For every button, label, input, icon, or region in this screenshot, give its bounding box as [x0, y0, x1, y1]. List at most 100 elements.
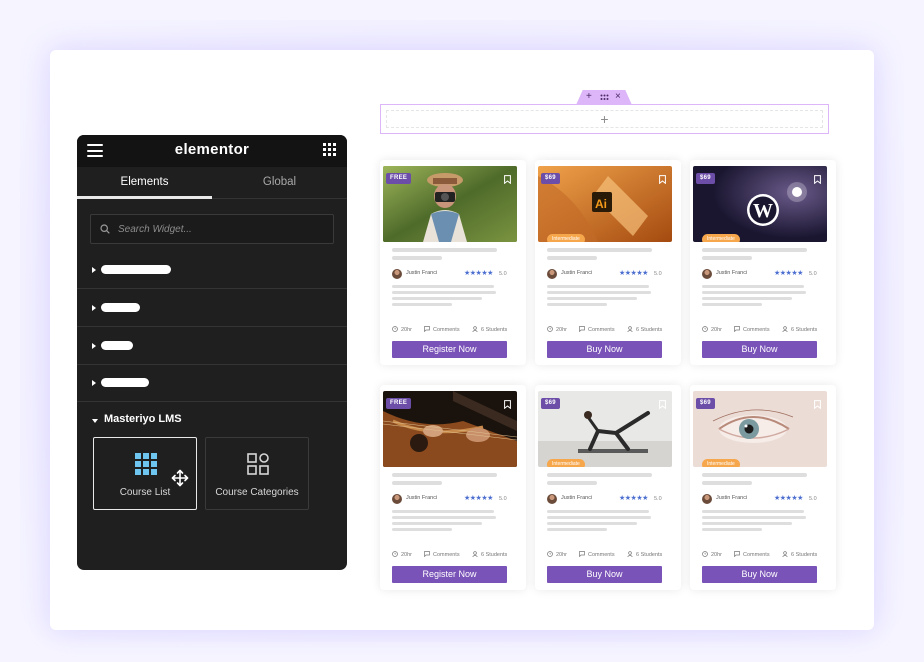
students: 6 Students — [627, 551, 662, 558]
description-placeholder — [547, 522, 637, 525]
description-placeholder — [702, 297, 792, 300]
course-thumbnail[interactable]: W $69 Intermediate — [693, 166, 827, 242]
course-author: Justin Franci ★★★★★ 5.0 — [547, 269, 667, 279]
rating-stars: ★★★★★ — [464, 270, 493, 277]
description-placeholder — [547, 303, 607, 306]
widget-course-categories[interactable]: Course Categories — [205, 437, 309, 510]
rating-value: 5.0 — [499, 496, 507, 502]
course-card: Ai $69 Intermediate Justin Franci ★★★★★ … — [535, 160, 681, 365]
price-badge: $69 — [696, 173, 715, 184]
category-row[interactable] — [77, 252, 347, 289]
course-card: FREE Justin Franci ★★★★★ 5.0 20hr Commen… — [380, 160, 526, 365]
add-widget-drop-zone[interactable]: + — [386, 110, 823, 128]
collapse-arrow-icon — [92, 419, 98, 423]
category-row[interactable] — [77, 328, 347, 365]
course-author: Justin Franci ★★★★★ 5.0 — [392, 269, 512, 279]
close-section-icon[interactable]: × — [615, 91, 621, 102]
author-name: Justin Franci — [561, 270, 593, 276]
course-cta-button[interactable]: Register Now — [392, 566, 507, 583]
course-cta-button[interactable]: Buy Now — [547, 566, 662, 583]
category-row[interactable] — [77, 365, 347, 402]
price-badge: $69 — [541, 173, 560, 184]
description-placeholder — [702, 522, 792, 525]
bookmark-icon[interactable] — [814, 171, 821, 189]
comments: Comments — [734, 326, 770, 333]
bookmark-icon[interactable] — [814, 396, 821, 414]
tab-elements[interactable]: Elements — [77, 167, 212, 199]
avatar — [547, 269, 557, 279]
bookmark-icon[interactable] — [504, 171, 511, 189]
description-placeholder — [547, 285, 649, 288]
course-cta-button[interactable]: Buy Now — [702, 341, 817, 358]
panel-header: elementor — [77, 135, 347, 167]
course-title-placeholder — [702, 473, 807, 477]
rating-value: 5.0 — [809, 271, 817, 277]
course-meta: 20hr Comments 6 Students — [702, 551, 832, 559]
course-author: Justin Franci ★★★★★ 5.0 — [702, 269, 822, 279]
duration: 20hr — [547, 326, 567, 333]
course-thumbnail[interactable]: Ai $69 Intermediate — [538, 166, 672, 242]
course-thumbnail[interactable]: FREE — [383, 391, 517, 467]
description-placeholder — [392, 297, 482, 300]
description-placeholder — [702, 291, 806, 294]
drag-move-icon[interactable] — [171, 469, 189, 487]
course-thumbnail[interactable]: $69 Intermediate — [693, 391, 827, 467]
course-card: $69 Intermediate Justin Franci ★★★★★ 5.0… — [690, 385, 836, 590]
course-title-placeholder — [392, 256, 442, 260]
course-thumbnail[interactable]: FREE — [383, 166, 517, 242]
course-title-placeholder — [702, 256, 752, 260]
rating-value: 5.0 — [654, 496, 662, 502]
course-cta-button[interactable]: Register Now — [392, 341, 507, 358]
description-placeholder — [702, 303, 762, 306]
avatar — [392, 494, 402, 504]
description-placeholder — [392, 528, 452, 531]
bookmark-icon[interactable] — [504, 396, 511, 414]
description-placeholder — [547, 510, 649, 513]
description-placeholder — [547, 528, 607, 531]
bookmark-icon[interactable] — [659, 171, 666, 189]
tab-global[interactable]: Global — [212, 167, 347, 199]
course-meta: 20hr Comments 6 Students — [702, 326, 832, 334]
price-badge: FREE — [386, 173, 412, 184]
comments: Comments — [424, 326, 460, 333]
category-label-placeholder — [101, 265, 171, 274]
description-placeholder — [392, 510, 494, 513]
avatar — [702, 494, 712, 504]
author-name: Justin Franci — [716, 495, 748, 501]
rating-stars: ★★★★★ — [774, 270, 803, 277]
course-categories-icon — [247, 453, 269, 475]
author-name: Justin Franci — [406, 270, 438, 276]
drag-handle-icon[interactable] — [600, 93, 609, 104]
widget-course-list[interactable]: Course List — [93, 437, 197, 510]
section-handle: + × — [576, 90, 632, 105]
masteriyo-category-header[interactable]: Masteriyo LMS — [77, 405, 347, 435]
course-cta-button[interactable]: Buy Now — [702, 566, 817, 583]
add-section-icon[interactable]: + — [586, 91, 592, 102]
rating-value: 5.0 — [499, 271, 507, 277]
course-thumbnail[interactable]: $69 Intermediate — [538, 391, 672, 467]
course-meta: 20hr Comments 6 Students — [547, 551, 677, 559]
course-meta: 20hr Comments 6 Students — [547, 326, 677, 334]
author-name: Justin Franci — [716, 270, 748, 276]
search-input[interactable] — [118, 215, 328, 243]
description-placeholder — [702, 516, 806, 519]
rating-stars: ★★★★★ — [619, 495, 648, 502]
course-author: Justin Franci ★★★★★ 5.0 — [547, 494, 667, 504]
category-label-placeholder — [101, 378, 149, 387]
widgets-grid-icon[interactable] — [323, 143, 336, 156]
expand-arrow-icon — [92, 343, 96, 349]
course-card: $69 Intermediate Justin Franci ★★★★★ 5.0… — [535, 385, 681, 590]
bookmark-icon[interactable] — [659, 396, 666, 414]
expand-arrow-icon — [92, 305, 96, 311]
course-title-placeholder — [547, 248, 652, 252]
category-row[interactable] — [77, 290, 347, 327]
widget-label: Course Categories — [215, 487, 299, 498]
course-title-placeholder — [547, 256, 597, 260]
widget-search — [90, 214, 334, 244]
description-placeholder — [547, 297, 637, 300]
category-label-placeholder — [101, 303, 140, 312]
course-cta-button[interactable]: Buy Now — [547, 341, 662, 358]
duration: 20hr — [702, 551, 722, 558]
duration: 20hr — [392, 551, 412, 558]
avatar — [702, 269, 712, 279]
